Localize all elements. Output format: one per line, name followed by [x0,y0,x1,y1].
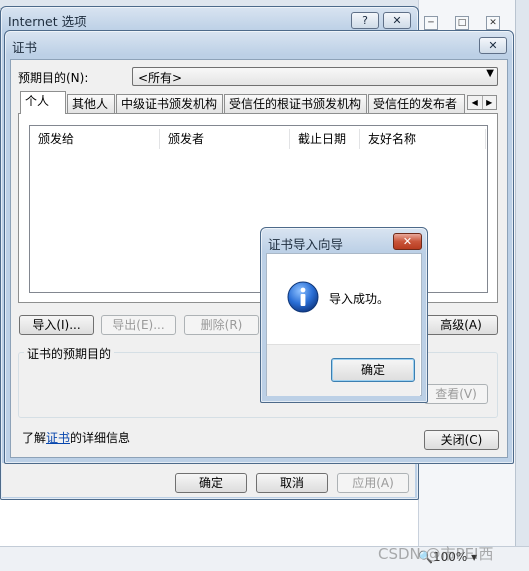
dialog-message: 导入成功。 [329,292,390,306]
tab-other-people[interactable]: 其他人 [67,94,115,113]
tab-trusted-root-ca[interactable]: 受信任的根证书颁发机构 [224,94,367,113]
advanced-button[interactable]: 高级(A) [424,315,498,335]
column-friendly-name[interactable]: 友好名称 [360,129,486,149]
ok-button[interactable]: 确定 [175,473,247,493]
info-icon [287,281,319,313]
column-issued-by[interactable]: 颁发者 [160,129,290,149]
column-issued-to[interactable]: 颁发给 [30,129,160,149]
tab-personal[interactable]: 个人 [20,91,66,114]
import-wizard-dialog: 证书导入向导 ✕ 导入成功。 确定 [260,227,428,403]
column-expiration[interactable]: 截止日期 [290,129,360,149]
dialog-ok-button[interactable]: 确定 [331,358,415,382]
chevron-left-icon[interactable]: ◀ [468,96,483,109]
bg-maximize-icon[interactable]: □ [455,16,469,30]
chevron-down-icon: ▼ [486,68,494,79]
apply-button[interactable]: 应用(A) [337,473,409,493]
bg-close-icon[interactable]: ✕ [486,16,500,30]
purpose-label: 预期目的(N): [18,71,89,85]
bg-minimize-icon[interactable]: ─ [424,16,438,30]
dialog-title: 证书导入向导 [268,237,344,252]
close-dialog-button[interactable]: 关闭(C) [424,430,499,450]
view-button[interactable]: 查看(V) [424,384,488,404]
certificates-link[interactable]: 证书 [46,431,70,445]
background-scrollbar[interactable] [515,0,529,570]
help-button[interactable]: ? [351,12,379,29]
remove-button[interactable]: 删除(R) [184,315,259,335]
purpose-select[interactable]: <所有> ▼ [132,67,498,86]
purposes-group-label: 证书的预期目的 [24,345,115,362]
cancel-button[interactable]: 取消 [256,473,328,493]
chevron-right-icon[interactable]: ▶ [483,96,497,109]
window-title: 证书 [12,40,38,55]
close-button[interactable]: ✕ [383,12,411,29]
window-title: Internet 选项 [8,14,87,29]
import-button[interactable]: 导入(I)... [19,315,94,335]
close-button[interactable]: ✕ [479,37,507,54]
tab-intermediate-ca[interactable]: 中级证书颁发机构 [116,94,223,113]
watermark: CSDN @市PEI西 [378,545,494,563]
purpose-select-value: <所有> [138,71,183,85]
close-button[interactable]: ✕ [393,233,422,250]
export-button[interactable]: 导出(E)... [101,315,176,335]
tab-trusted-publishers[interactable]: 受信任的发布者 [368,94,465,113]
tab-scroller[interactable]: ◀ ▶ [467,95,497,110]
learn-more-text: 了解证书的详细信息 [22,431,131,445]
